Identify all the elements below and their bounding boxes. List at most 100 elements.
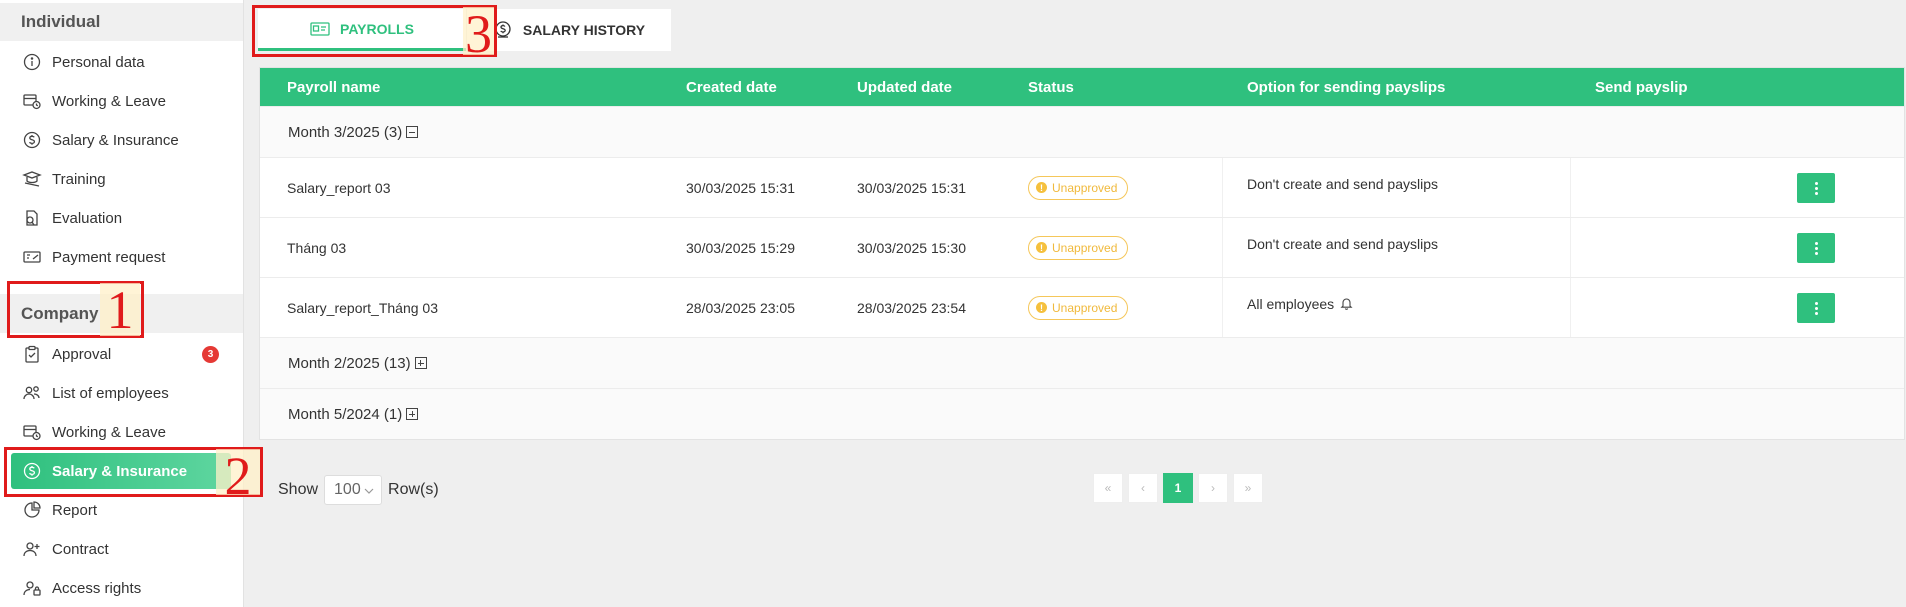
- expand-icon[interactable]: [406, 408, 419, 420]
- sidebar-item-label: Approval: [52, 345, 112, 363]
- prev-page-button[interactable]: ‹: [1128, 473, 1158, 503]
- group-label-text: Month 3/2025 (3): [288, 123, 403, 141]
- more-vertical-icon: [1814, 241, 1818, 256]
- chevron-down-icon: [364, 481, 374, 499]
- column-header-status[interactable]: Status: [1028, 68, 1074, 106]
- payroll-name-cell: Tháng 03: [287, 239, 347, 256]
- sidebar-item-report[interactable]: Report: [0, 492, 243, 528]
- sidebar-item-personal-data[interactable]: Personal data: [0, 44, 243, 80]
- updated-date-cell: 30/03/2025 15:31: [857, 179, 966, 196]
- column-divider: [1570, 278, 1571, 337]
- column-header-send-payslip[interactable]: Send payslip: [1595, 68, 1688, 106]
- status-cell: ! Unapproved: [1028, 218, 1129, 277]
- sidebar-item-label: Contract: [52, 540, 109, 558]
- clipboard-check-icon: [22, 344, 42, 364]
- sidebar-item-approval[interactable]: Approval 3: [0, 336, 243, 372]
- sidebar-item-label: Salary & Insurance: [52, 131, 179, 149]
- group-row-month-5-2024[interactable]: Month 5/2024 (1): [260, 388, 1904, 439]
- more-vertical-icon: [1814, 301, 1818, 316]
- user-lock-icon: [22, 578, 42, 598]
- status-cell: ! Unapproved: [1028, 278, 1129, 337]
- warning-icon: !: [1036, 182, 1047, 193]
- option-text: All employees: [1247, 296, 1335, 312]
- column-header-updated-date[interactable]: Updated date: [857, 68, 952, 106]
- calendar-clock-icon: [22, 422, 42, 442]
- row-actions-button[interactable]: [1797, 233, 1835, 263]
- sidebar-item-salary-insurance[interactable]: Salary & Insurance: [0, 122, 243, 158]
- payroll-name-cell: Salary_report_Tháng 03: [287, 299, 438, 316]
- more-vertical-icon: [1814, 181, 1818, 196]
- users-icon: [22, 383, 42, 403]
- last-page-button[interactable]: »: [1233, 473, 1263, 503]
- rows-per-page: Show 100 Row(s): [278, 475, 439, 505]
- option-cell: Don't create and send payslips: [1247, 236, 1439, 252]
- sidebar-item-training[interactable]: Training: [0, 161, 243, 197]
- status-badge: ! Unapproved: [1028, 175, 1129, 200]
- collapse-icon[interactable]: [406, 126, 419, 138]
- table-row[interactable]: Salary_report 03 30/03/2025 15:31 30/03/…: [260, 157, 1904, 217]
- row-actions-button[interactable]: [1797, 173, 1835, 203]
- annotation-number-3: 3: [463, 4, 494, 64]
- sidebar-item-list-of-employees[interactable]: List of employees: [0, 375, 243, 411]
- section-heading-individual: Individual: [0, 3, 243, 41]
- created-date-cell: 30/03/2025 15:29: [686, 239, 795, 256]
- column-divider: [1222, 218, 1223, 277]
- warning-icon: !: [1036, 302, 1047, 313]
- created-date-cell: 30/03/2025 15:31: [686, 179, 795, 196]
- annotation-box-3: [252, 5, 497, 57]
- dollar-circle-icon: [22, 130, 42, 150]
- row-actions-button[interactable]: [1797, 293, 1835, 323]
- next-page-button[interactable]: ›: [1198, 473, 1228, 503]
- annotation-number-1: 1: [100, 283, 140, 337]
- payroll-table: Payroll name Created date Updated date S…: [259, 67, 1905, 440]
- group-label: Month 5/2024 (1): [288, 389, 419, 439]
- group-label: Month 3/2025 (3): [288, 107, 419, 157]
- show-label: Show: [278, 481, 319, 498]
- column-divider: [1222, 278, 1223, 337]
- table-row[interactable]: Tháng 03 30/03/2025 15:29 30/03/2025 15:…: [260, 217, 1904, 277]
- column-divider: [1222, 158, 1223, 217]
- training-icon: [22, 169, 42, 189]
- rows-per-page-value: 100: [334, 481, 361, 498]
- add-user-icon: [22, 539, 42, 559]
- option-cell: Don't create and send payslips: [1247, 176, 1439, 192]
- payroll-name-cell: Salary_report 03: [287, 179, 391, 196]
- expand-icon[interactable]: [414, 357, 427, 369]
- sidebar-item-label: Working & Leave: [52, 92, 166, 110]
- rows-per-page-select[interactable]: 100: [324, 475, 383, 505]
- table-header: Payroll name Created date Updated date S…: [260, 68, 1904, 106]
- table-row[interactable]: Salary_report_Tháng 03 28/03/2025 23:05 …: [260, 277, 1904, 337]
- page-1-button[interactable]: 1: [1163, 473, 1193, 503]
- status-text: Unapproved: [1052, 300, 1118, 315]
- column-divider: [1570, 158, 1571, 217]
- group-row-month-2-2025[interactable]: Month 2/2025 (13): [260, 337, 1904, 388]
- group-label-text: Month 2/2025 (13): [288, 354, 411, 372]
- updated-date-cell: 30/03/2025 15:30: [857, 239, 966, 256]
- bell-icon[interactable]: [1340, 296, 1353, 310]
- column-header-payroll-name[interactable]: Payroll name: [287, 68, 380, 106]
- first-page-button[interactable]: «: [1093, 473, 1123, 503]
- sidebar-item-contract[interactable]: Contract: [0, 531, 243, 567]
- sidebar-item-label: Payment request: [52, 248, 166, 266]
- sidebar-item-access-rights[interactable]: Access rights: [0, 570, 243, 606]
- column-divider: [1570, 218, 1571, 277]
- warning-icon: !: [1036, 242, 1047, 253]
- option-cell: All employees: [1247, 278, 1353, 337]
- column-header-created-date[interactable]: Created date: [686, 68, 777, 106]
- sidebar-item-working-leave[interactable]: Working & Leave: [0, 83, 243, 119]
- sidebar-item-evaluation[interactable]: Evaluation: [0, 200, 243, 236]
- sidebar-item-payment-request[interactable]: Payment request: [0, 239, 243, 275]
- group-row-month-3-2025[interactable]: Month 3/2025 (3): [260, 106, 1904, 157]
- column-header-option[interactable]: Option for sending payslips: [1247, 68, 1445, 106]
- status-text: Unapproved: [1052, 180, 1118, 195]
- status-badge: ! Unapproved: [1028, 295, 1129, 320]
- sidebar-item-label: List of employees: [52, 384, 169, 402]
- sidebar-item-label: Working & Leave: [52, 423, 166, 441]
- payment-request-icon: [22, 247, 42, 267]
- annotation-number-2: 2: [216, 449, 260, 503]
- sidebar-item-company-working-leave[interactable]: Working & Leave: [0, 414, 243, 450]
- evaluation-icon: [22, 208, 42, 228]
- tab-salary-history-label: SALARY HISTORY: [522, 22, 646, 38]
- approval-count-badge: 3: [202, 345, 219, 363]
- sidebar-item-label: Evaluation: [52, 209, 123, 227]
